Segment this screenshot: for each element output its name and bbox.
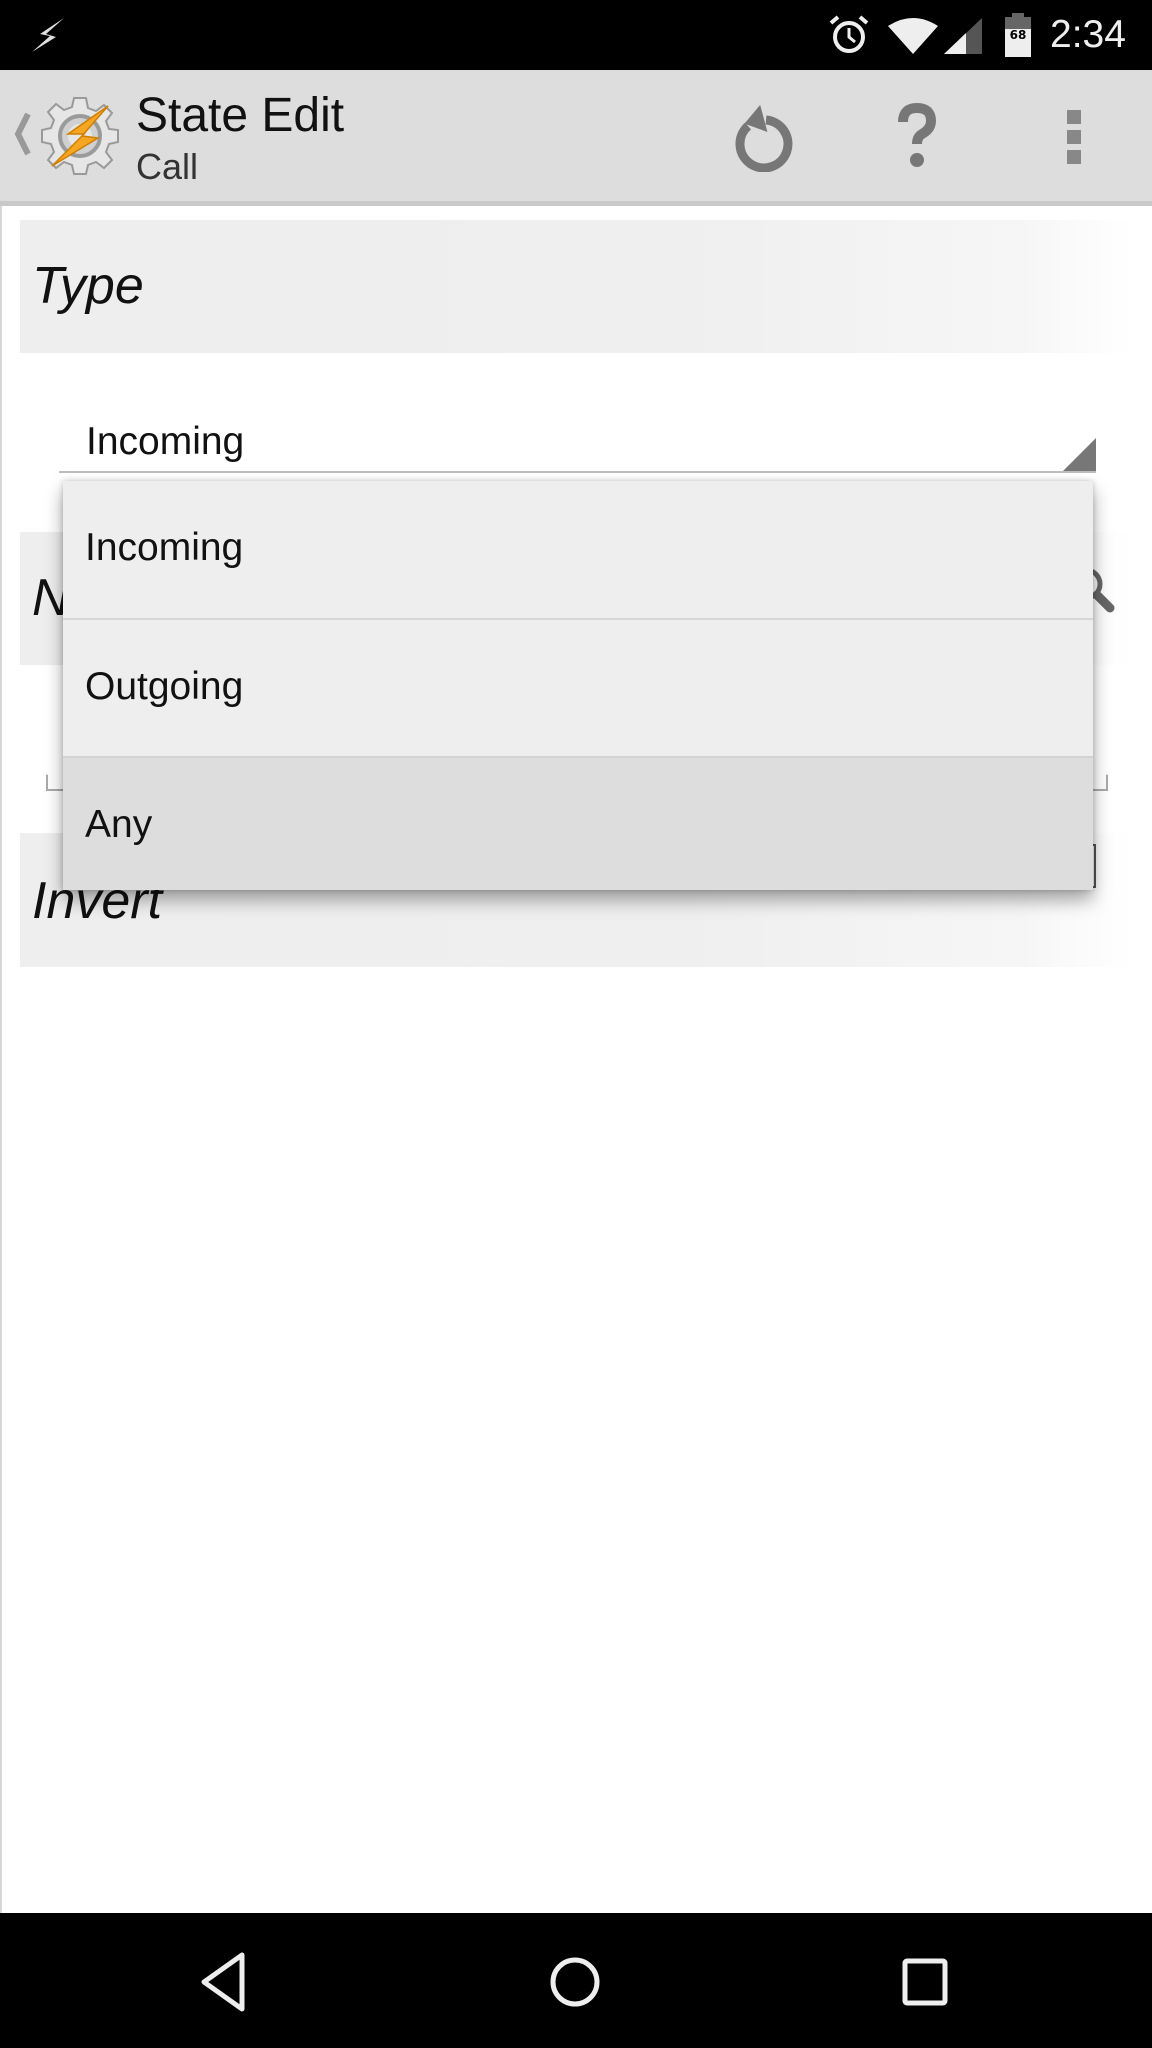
dropdown-option-label: Outgoing [85, 665, 244, 708]
spinner-selected-value: Incoming [86, 420, 245, 463]
dropdown-option-incoming[interactable]: Incoming [63, 481, 1093, 620]
signal-icon [944, 18, 982, 54]
alarm-icon [829, 15, 869, 53]
status-bar: 68 2:34 [0, 0, 1152, 70]
wifi-icon [888, 18, 938, 54]
clock: 2:34 [1050, 13, 1126, 56]
dropdown-option-outgoing[interactable]: Outgoing [63, 620, 1093, 756]
recents-square-icon [902, 1958, 948, 2006]
undo-button[interactable] [724, 100, 796, 173]
action-bar: State Edit Call [0, 70, 1152, 206]
nav-back-button[interactable] [190, 1947, 260, 2017]
section-title-type: Type [32, 257, 144, 315]
home-circle-icon [550, 1957, 600, 2007]
overflow-menu-button[interactable] [1038, 100, 1110, 172]
help-icon [898, 102, 937, 167]
up-navigation[interactable] [0, 70, 130, 201]
navigation-bar [0, 1913, 1152, 2048]
dropdown-option-any[interactable]: Any [63, 756, 1093, 890]
undo-icon [735, 104, 793, 173]
nav-recents-button[interactable] [890, 1947, 960, 2017]
bolt-icon [32, 18, 64, 52]
nav-home-button[interactable] [540, 1947, 610, 2017]
dropdown-option-label: Incoming [85, 526, 244, 569]
page-title: State Edit [136, 89, 345, 142]
type-dropdown-menu: Incoming Outgoing Any [63, 481, 1093, 890]
section-header-type: Type [20, 220, 1132, 353]
battery-level: 68 [1009, 28, 1027, 42]
chevron-left-icon [14, 112, 31, 156]
dropdown-option-label: Any [85, 803, 153, 846]
overflow-menu-icon [1067, 110, 1081, 164]
content-border [0, 206, 2, 1913]
help-button[interactable] [881, 100, 953, 172]
battery-icon: 68 [1004, 13, 1032, 57]
back-triangle-icon [201, 1952, 245, 2012]
type-spinner[interactable]: Incoming [59, 405, 1096, 473]
page-subtitle: Call [136, 146, 199, 187]
tasker-app-icon [41, 97, 119, 175]
spinner-arrow-icon [1063, 438, 1096, 471]
